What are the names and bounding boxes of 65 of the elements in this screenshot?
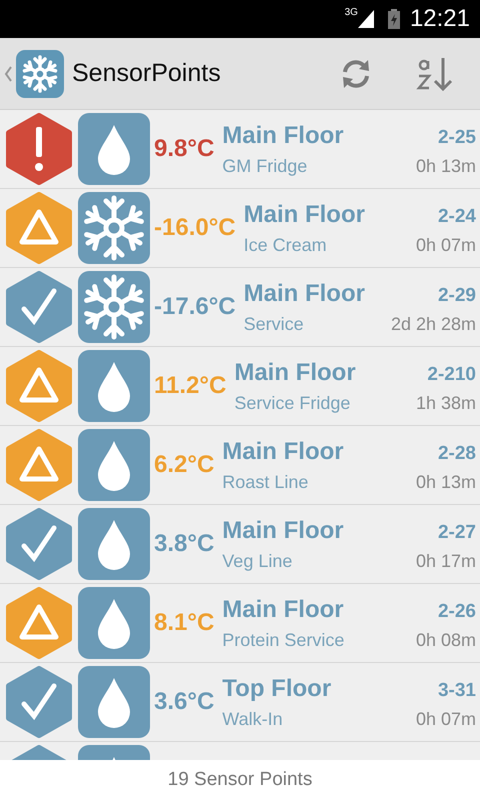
area-name: Top Floor (222, 674, 332, 702)
temperature-reading: 9.8°C (154, 135, 214, 163)
snowflake-app-icon (16, 50, 64, 98)
temperature-reading: -17.6°C (154, 293, 236, 321)
reading-age: 0h 13m (416, 156, 476, 176)
area-name: Main Floor (222, 516, 344, 544)
sensor-code: 2-210 (427, 364, 476, 386)
temperature-reading: 3.6°C (154, 688, 214, 716)
reading-age: 0h 17m (416, 550, 476, 572)
sensor-code: 2-24 (438, 206, 476, 228)
sensor-code: 2-29 (438, 284, 476, 306)
sensor-row[interactable]: -16.0°C Main Floor 2-24 Ice Cream 0h 07m (0, 189, 480, 268)
app-title: SensorPoints (72, 59, 221, 88)
water-drop-icon (78, 587, 150, 659)
sensor-row[interactable]: 9.8°C Main Floor 2-25 GM Fridge 0h 13m (0, 110, 480, 189)
network-type: 3G (344, 7, 358, 18)
area-name: Main Floor (234, 358, 356, 386)
sensor-code: 2-28 (438, 442, 476, 464)
sensor-row[interactable]: 6.2°C Main Floor 2-28 Roast Line 0h 13m (0, 426, 480, 505)
sensor-code: 3-31 (438, 680, 476, 702)
sensor-code: 2-26 (438, 600, 476, 622)
temperature-reading: 3.8°C (154, 530, 214, 558)
temperature-reading: 11.2°C (154, 372, 226, 400)
app-home-button[interactable]: SensorPoints (0, 50, 221, 98)
reading-age: 1h 38m (416, 392, 476, 414)
area-name: Main Floor (244, 280, 365, 308)
sensor-name: GM Fridge (222, 156, 308, 176)
area-name: Main Floor (222, 122, 344, 150)
area-name: Main Floor (222, 596, 344, 624)
sensor-name: Roast Line (222, 472, 308, 492)
reading-age: 2d 2h 28m (390, 314, 476, 334)
snowflake-icon (78, 271, 150, 343)
sensor-name: Veg Line (222, 550, 292, 572)
sensor-name: Walk-In (222, 708, 283, 730)
back-chevron-icon (4, 66, 12, 82)
temperature-reading: -16.0°C (154, 214, 236, 242)
clock-time: 12:21 (410, 5, 470, 33)
reading-age: 0h 07m (416, 234, 476, 256)
water-drop-icon (78, 113, 150, 185)
area-name: Main Floor (222, 438, 344, 466)
sensor-name: Ice Cream (244, 234, 327, 256)
reading-age: 0h 07m (416, 708, 476, 730)
area-name: Main Floor (244, 200, 365, 228)
reading-age: 0h 08m (416, 630, 476, 650)
sensor-row[interactable]: 3.6°C Top Floor 3-31 Walk-In 0h 07m (0, 663, 480, 742)
water-drop-icon (78, 666, 150, 738)
water-drop-icon (78, 429, 150, 501)
sensor-code: 2-27 (438, 522, 476, 544)
sensor-count: 19 Sensor Points (168, 769, 312, 791)
sensor-name: Protein Service (222, 630, 344, 650)
snowflake-icon (78, 192, 150, 264)
sensor-row[interactable]: -17.6°C Main Floor 2-29 Service 2d 2h 28m (0, 268, 480, 347)
water-drop-icon (78, 508, 150, 580)
sensor-row[interactable]: 8.1°C Main Floor 2-26 Protein Service 0h 08m (0, 584, 480, 663)
battery-icon (388, 9, 400, 29)
temperature-reading: 6.2°C (154, 451, 214, 479)
sensor-name: Service Fridge (234, 392, 350, 414)
water-drop-icon (78, 350, 150, 422)
sensor-row[interactable]: 11.2°C Main Floor 2-210 Service Fridge 1h 38m (0, 347, 480, 426)
sensor-row[interactable]: 3.8°C Main Floor 2-27 Veg Line 0h 17m (0, 505, 480, 584)
signal-icon (358, 10, 374, 28)
sensor-name: Service (244, 314, 304, 334)
temperature-reading: 8.1°C (154, 609, 214, 637)
reading-age: 0h 13m (416, 472, 476, 492)
sensor-code: 2-25 (438, 126, 476, 148)
